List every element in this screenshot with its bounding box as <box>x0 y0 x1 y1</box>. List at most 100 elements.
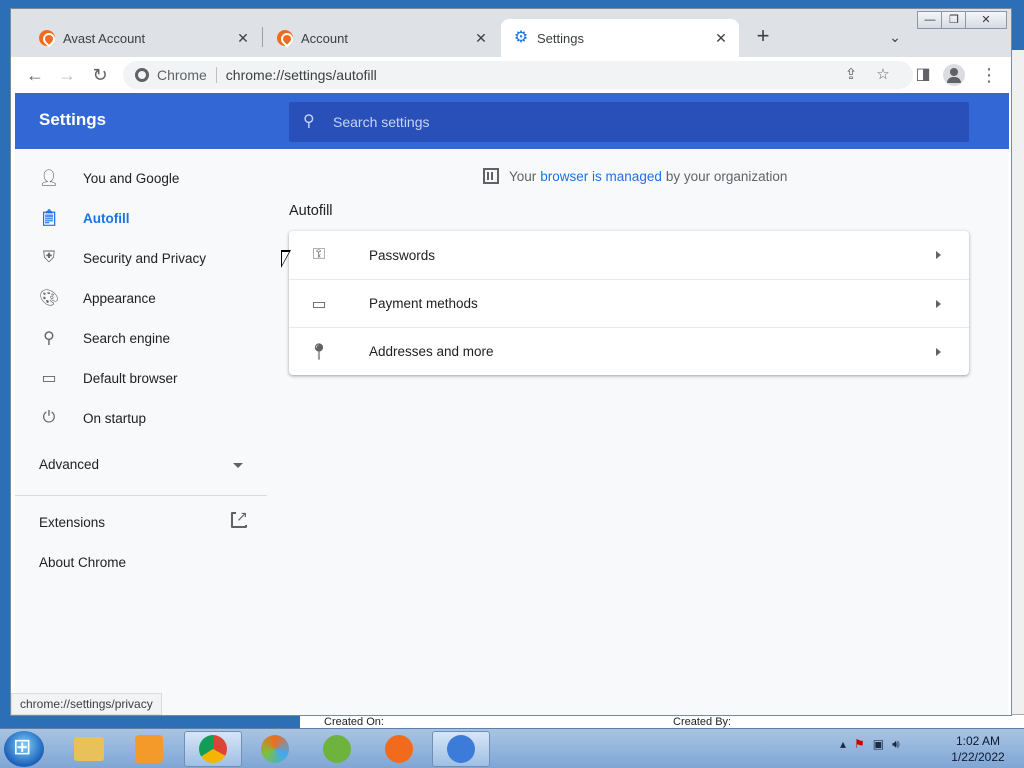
close-window-button[interactable]: ✕ <box>965 11 1007 29</box>
row-label: Payment methods <box>369 296 478 311</box>
power-icon: ⏻ <box>42 409 56 426</box>
close-icon[interactable]: ✕ <box>235 30 251 46</box>
arrow-right-icon <box>936 348 941 356</box>
background-window-strip: Created On: Created By: <box>300 714 1024 728</box>
clock-time: 1:02 AM <box>955 734 1001 748</box>
key-icon: ⚿ <box>312 246 326 263</box>
minimize-button[interactable]: — <box>917 11 943 29</box>
tray-expand-icon[interactable]: ▴ <box>840 737 846 752</box>
toolbar: ← → ↻ Chrome chrome://settings/autofill … <box>11 57 1011 93</box>
managed-browser-notice: Your browser is managed by your organiza… <box>483 168 787 184</box>
search-input[interactable] <box>333 114 933 130</box>
volume-icon[interactable]: 🔊︎ <box>892 737 900 752</box>
avast-icon <box>385 735 413 763</box>
managed-browser-link[interactable]: browser is managed <box>540 169 662 184</box>
settings-sidebar: 👤︎ You and Google 📋︎ Autofill ⛨ Security… <box>15 149 267 715</box>
row-label: Passwords <box>369 247 436 263</box>
chrome-icon <box>199 735 227 763</box>
close-icon[interactable]: ✕ <box>713 30 729 46</box>
gear-icon: ⚙ <box>513 29 529 46</box>
sidebar-item-you-and-google[interactable]: 👤︎ You and Google <box>15 158 267 198</box>
sidebar-item-label: On startup <box>83 410 147 426</box>
sidebar-item-label: Search engine <box>83 330 171 346</box>
sidebar-item-appearance[interactable]: 🎨︎ Appearance <box>15 278 267 318</box>
arrow-right-icon <box>936 300 941 308</box>
close-icon[interactable]: ✕ <box>473 30 489 46</box>
sidebar-item-label: You and Google <box>83 170 180 186</box>
browser-icon: ▭ <box>41 370 57 387</box>
row-label: Addresses and more <box>369 344 494 359</box>
search-settings-box[interactable]: ⚲ <box>289 102 969 142</box>
taskbar-utorrent[interactable] <box>308 731 366 767</box>
tab-strip: Avast Account ✕ Account ✕ ⚙ Settings ✕ +… <box>11 9 1011 57</box>
open-in-new-icon[interactable] <box>231 508 248 528</box>
site-chip: Chrome <box>157 67 207 83</box>
kebab-menu-icon[interactable]: ⋮ <box>977 63 1001 87</box>
search-icon: ⚲ <box>43 330 55 347</box>
taskbar-secure-browser[interactable] <box>246 731 304 767</box>
start-button[interactable] <box>4 731 44 767</box>
sidebar-item-label: Autofill <box>83 210 130 226</box>
side-panel-icon[interactable]: ◨ <box>911 63 935 87</box>
tab-search-chevron-icon[interactable]: ⌄ <box>885 25 905 49</box>
taskbar: ▴ ⚑ ▣ 🔊︎ 1:02 AM 1/22/2022 <box>0 728 1024 768</box>
tab-title: Avast Account <box>63 30 146 46</box>
sidebar-divider <box>15 495 267 496</box>
tab-title: Settings <box>537 30 584 46</box>
created-on-label: Created On: <box>324 716 384 728</box>
folder-icon <box>74 737 104 761</box>
sidebar-item-label: Appearance <box>83 290 156 306</box>
created-by-label: Created By: <box>673 716 732 728</box>
chevron-down-icon[interactable] <box>233 463 243 468</box>
sidebar-item-extensions[interactable]: Extensions <box>39 515 105 530</box>
autofill-row-addresses[interactable]: 📍︎ Addresses and more <box>289 327 969 375</box>
clock-date: 1/22/2022 <box>951 750 1005 764</box>
taskbar-avast[interactable] <box>370 731 428 767</box>
network-icon[interactable]: ▣ <box>873 737 884 752</box>
address-bar[interactable]: Chrome chrome://settings/autofill ⇪ ☆ <box>123 61 913 89</box>
search-icon: ⚲ <box>303 113 315 130</box>
utorrent-icon <box>323 735 351 763</box>
share-icon[interactable]: ⇪ <box>839 63 863 87</box>
back-button[interactable]: ← <box>23 63 47 87</box>
autofill-row-passwords[interactable]: ⚿ Passwords <box>289 231 969 279</box>
bookmark-star-icon[interactable]: ☆ <box>871 63 895 87</box>
action-center-flag-icon[interactable]: ⚑ <box>854 737 865 752</box>
url-text[interactable]: chrome://settings/autofill <box>226 67 377 83</box>
section-title: Autofill <box>289 203 333 219</box>
settings-page: Settings ⚲ 👤︎ You and Google 📋︎ Autofill… <box>15 93 1009 715</box>
chrome-window: Avast Account ✕ Account ✕ ⚙ Settings ✕ +… <box>10 8 1012 716</box>
reload-button[interactable]: ↻ <box>88 63 112 87</box>
tab-avast-account[interactable]: Avast Account ✕ <box>25 19 261 57</box>
taskbar-explorer[interactable] <box>60 731 118 767</box>
new-tab-button[interactable]: + <box>751 25 775 49</box>
sidebar-item-about-chrome[interactable]: About Chrome <box>39 555 126 570</box>
omnibox-divider <box>215 67 217 83</box>
sidebar-item-default-browser[interactable]: ▭ Default browser <box>15 358 267 398</box>
settings-header: Settings ⚲ <box>15 93 1009 149</box>
avast-icon <box>277 30 293 46</box>
managed-text-pre: Your <box>509 168 537 184</box>
sidebar-advanced-toggle[interactable]: Advanced <box>39 457 245 472</box>
avast-icon <box>39 30 55 46</box>
managed-text-post: by your organization <box>665 168 788 184</box>
sidebar-item-on-startup[interactable]: ⏻ On startup <box>15 398 267 438</box>
forward-button[interactable]: → <box>55 63 79 87</box>
sidebar-item-search-engine[interactable]: ⚲ Search engine <box>15 318 267 358</box>
tab-settings[interactable]: ⚙ Settings ✕ <box>501 19 739 57</box>
taskbar-chrome[interactable] <box>184 731 242 767</box>
sidebar-item-security-and-privacy[interactable]: ⛨ Security and Privacy <box>15 238 267 278</box>
tab-account[interactable]: Account ✕ <box>263 19 499 57</box>
background-window <box>1010 50 1024 728</box>
at-sign-icon <box>447 735 475 763</box>
taskbar-mail[interactable] <box>432 731 490 767</box>
taskbar-clock[interactable]: 1:02 AM 1/22/2022 <box>940 733 1016 765</box>
autofill-row-payment-methods[interactable]: ▭ Payment methods <box>289 279 969 327</box>
tab-title: Account <box>301 30 348 46</box>
system-tray: ▴ ⚑ ▣ 🔊︎ <box>840 737 900 752</box>
profile-avatar-icon[interactable] <box>943 64 965 86</box>
maximize-button[interactable]: ❐ <box>941 11 967 29</box>
taskbar-media-player[interactable] <box>120 731 178 767</box>
page-title: Settings <box>39 110 107 129</box>
sidebar-item-autofill[interactable]: 📋︎ Autofill <box>15 198 267 238</box>
